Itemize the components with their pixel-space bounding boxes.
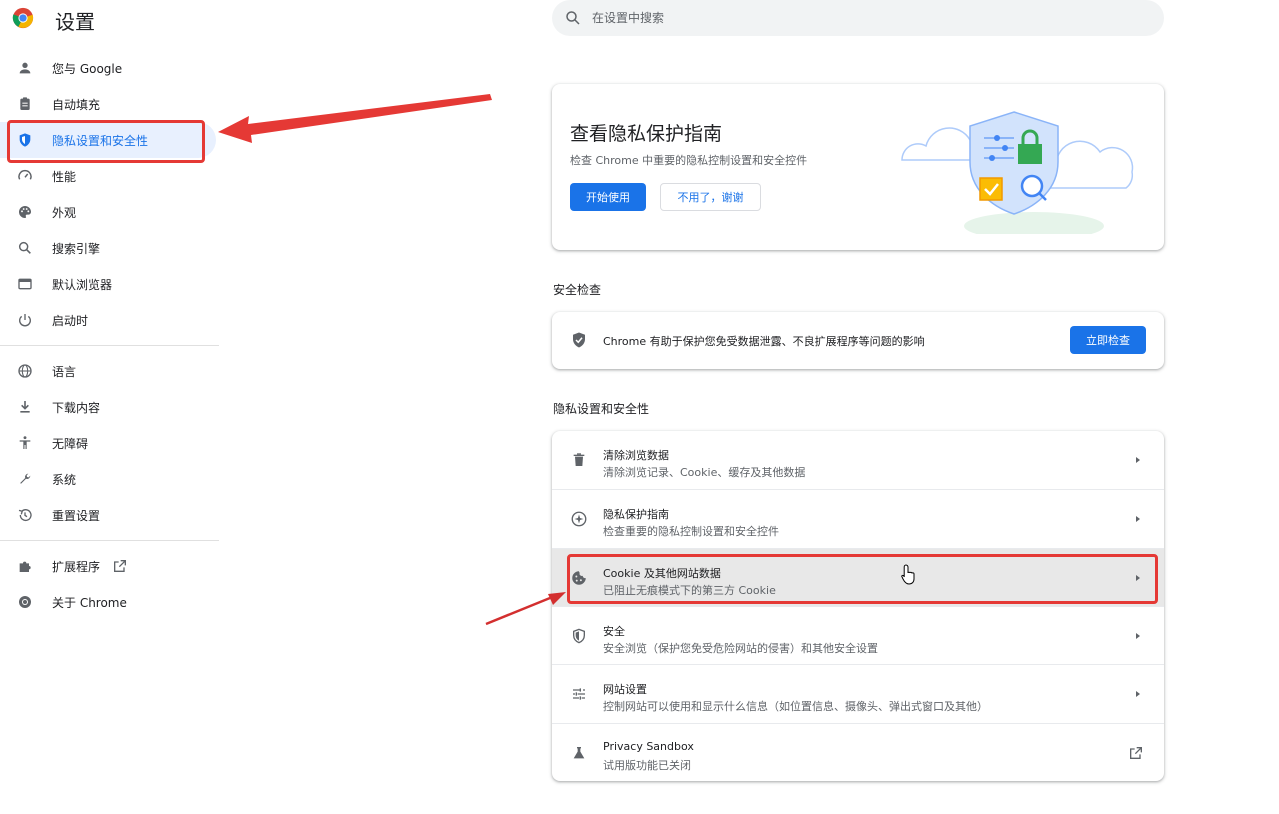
row-title: 安全 (603, 625, 625, 638)
sidebar-item-downloads[interactable]: 下载内容 (0, 389, 220, 425)
sidebar-item-default-browser[interactable]: 默认浏览器 (0, 266, 220, 302)
list-item-privacy-sandbox[interactable]: Privacy Sandbox 试用版功能已关闭 (552, 723, 1164, 781)
sidebar-divider (0, 345, 219, 346)
sidebar-item-accessibility[interactable]: 无障碍 (0, 425, 220, 461)
sidebar-item-system[interactable]: 系统 (0, 461, 220, 497)
power-icon (16, 311, 34, 329)
accessibility-icon (16, 434, 34, 452)
row-subtitle: 试用版功能已关闭 (603, 759, 691, 772)
check-now-button[interactable]: 立即检查 (1070, 326, 1146, 354)
flask-icon (570, 744, 588, 762)
sidebar-item-languages[interactable]: 语言 (0, 353, 220, 389)
sidebar-item-appearance[interactable]: 外观 (0, 194, 220, 230)
sidebar-item-label: 性能 (52, 169, 77, 184)
sidebar-item-label: 您与 Google (52, 61, 123, 76)
start-guide-button[interactable]: 开始使用 (570, 183, 646, 211)
annotation-highlight-sidebar (7, 120, 205, 163)
chrome-logo-icon (12, 7, 34, 29)
sidebar-item-label: 默认浏览器 (52, 277, 113, 292)
arrow-right-icon (1136, 457, 1140, 463)
row-title: Privacy Sandbox (603, 740, 694, 753)
sidebar-item-on-startup[interactable]: 启动时 (0, 302, 220, 338)
privacy-settings-list: 清除浏览数据 清除浏览记录、Cookie、缓存及其他数据 隐私保护指南 检查重要… (552, 431, 1164, 781)
sidebar-item-label: 关于 Chrome (52, 595, 127, 610)
safety-check-card: Chrome 有助于保护您免受数据泄露、不良扩展程序等问题的影响 立即检查 (552, 312, 1164, 369)
tune-icon (570, 685, 588, 703)
row-subtitle: 安全浏览（保护您免受危险网站的侵害）和其他安全设置 (603, 642, 878, 655)
clipboard-icon (16, 95, 34, 113)
privacy-guide-illustration (901, 111, 1134, 234)
sidebar-item-label: 无障碍 (52, 436, 89, 451)
list-item-site-settings[interactable]: 网站设置 控制网站可以使用和显示什么信息（如位置信息、摄像头、弹出式窗口及其他） (552, 664, 1164, 722)
privacy-guide-card: 查看隐私保护指南 检查 Chrome 中重要的隐私控制设置和安全控件 开始使用 … (552, 84, 1164, 250)
palette-icon (16, 203, 34, 221)
list-item-security[interactable]: 安全 安全浏览（保护您免受危险网站的侵害）和其他安全设置 (552, 606, 1164, 664)
arrow-right-icon (1136, 691, 1140, 697)
sidebar-item-label: 启动时 (52, 313, 89, 328)
sidebar-item-label: 语言 (52, 364, 77, 379)
search-input[interactable] (592, 0, 1152, 36)
arrow-right-icon (1136, 516, 1140, 522)
header: 设置 (0, 0, 1279, 40)
privacy-section-title: 隐私设置和安全性 (553, 402, 650, 416)
annotation-highlight-cookies (567, 554, 1158, 604)
search-bar[interactable] (552, 0, 1164, 36)
security-shield-icon (570, 627, 588, 645)
open-in-new-icon (1130, 747, 1142, 759)
sidebar-item-label: 搜索引擎 (52, 241, 101, 256)
annotation-arrow-sidebar (218, 94, 492, 143)
chrome-icon (16, 593, 34, 611)
sidebar-item-label: 重置设置 (52, 508, 101, 523)
trash-icon (570, 451, 588, 469)
list-item-clear-browsing-data[interactable]: 清除浏览数据 清除浏览记录、Cookie、缓存及其他数据 (552, 431, 1164, 489)
guide-title: 查看隐私保护指南 (570, 123, 723, 145)
wrench-icon (16, 470, 34, 488)
shield-check-icon (573, 332, 585, 348)
page-title: 设置 (55, 10, 95, 34)
sidebar-item-autofill[interactable]: 自动填充 (0, 86, 220, 122)
compass-icon (570, 510, 588, 528)
sidebar-item-extensions[interactable]: 扩展程序 (0, 548, 220, 584)
arrow-right-icon (1136, 633, 1140, 639)
puzzle-icon (16, 557, 34, 575)
sidebar-item-you-and-google[interactable]: 您与 Google (0, 50, 220, 86)
sidebar-item-search-engine[interactable]: 搜索引擎 (0, 230, 220, 266)
speedometer-icon (16, 167, 34, 185)
browser-window-icon (16, 275, 34, 293)
safety-check-text: Chrome 有助于保护您免受数据泄露、不良扩展程序等问题的影响 (603, 335, 925, 348)
sidebar-item-reset[interactable]: 重置设置 (0, 497, 220, 533)
search-icon (566, 11, 580, 25)
hand-cursor-icon (901, 564, 915, 585)
search-icon (16, 239, 34, 257)
safety-check-section-title: 安全检查 (553, 283, 602, 297)
dismiss-guide-button[interactable]: 不用了，谢谢 (660, 183, 761, 211)
sidebar-item-label: 外观 (52, 205, 77, 220)
guide-subtitle: 检查 Chrome 中重要的隐私控制设置和安全控件 (570, 154, 808, 167)
sidebar-divider (0, 540, 219, 541)
sidebar-item-label: 自动填充 (52, 97, 101, 112)
download-icon (16, 398, 34, 416)
row-subtitle: 清除浏览记录、Cookie、缓存及其他数据 (603, 466, 806, 479)
row-title: 清除浏览数据 (603, 449, 669, 462)
globe-icon (16, 362, 34, 380)
person-icon (16, 59, 34, 77)
sidebar-item-about-chrome[interactable]: 关于 Chrome (0, 584, 220, 620)
sidebar-item-label: 系统 (52, 472, 77, 487)
list-item-privacy-guide[interactable]: 隐私保护指南 检查重要的隐私控制设置和安全控件 (552, 489, 1164, 547)
sidebar-item-label: 扩展程序 (52, 559, 101, 574)
history-icon (16, 506, 34, 524)
row-title: 网站设置 (603, 683, 647, 696)
sidebar-item-performance[interactable]: 性能 (0, 158, 220, 194)
open-in-new-icon[interactable] (112, 558, 128, 574)
row-subtitle: 检查重要的隐私控制设置和安全控件 (603, 525, 779, 538)
row-title: 隐私保护指南 (603, 508, 669, 521)
sidebar-item-label: 下载内容 (52, 400, 101, 415)
row-subtitle: 控制网站可以使用和显示什么信息（如位置信息、摄像头、弹出式窗口及其他） (603, 700, 988, 713)
